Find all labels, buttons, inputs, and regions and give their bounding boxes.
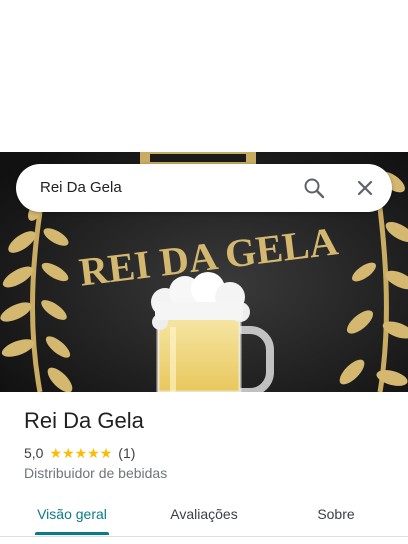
star-icon: ★	[62, 445, 75, 461]
star-icon: ★	[74, 445, 88, 461]
star-icon: ★	[87, 445, 100, 461]
star-icon: ★	[99, 445, 113, 461]
tab-reviews[interactable]: Avaliações	[156, 492, 252, 536]
search-icon[interactable]	[302, 176, 326, 200]
map-blank-area	[0, 0, 408, 152]
place-category[interactable]: Distribuidor de bebidas	[24, 465, 167, 481]
star-rating: ★ ★ ★ ★ ★	[49, 446, 112, 460]
rating-row[interactable]: 5,0 ★ ★ ★ ★ ★ (1)	[24, 444, 135, 462]
active-tab-indicator	[35, 532, 109, 535]
tab-bar: Visão geral Avaliações Sobre	[0, 492, 408, 536]
tab-about[interactable]: Sobre	[288, 492, 384, 536]
star-icon: ★	[49, 445, 63, 461]
place-name: Rei Da Gela	[24, 408, 144, 433]
search-input[interactable]: Rei Da Gela	[40, 164, 122, 212]
tab-overview[interactable]: Visão geral	[24, 492, 120, 536]
divider	[0, 536, 408, 537]
review-count[interactable]: (1)	[118, 445, 135, 461]
rating-value: 5,0	[24, 445, 44, 461]
close-icon[interactable]	[353, 176, 377, 200]
search-bar[interactable]: Rei Da Gela	[16, 164, 392, 212]
